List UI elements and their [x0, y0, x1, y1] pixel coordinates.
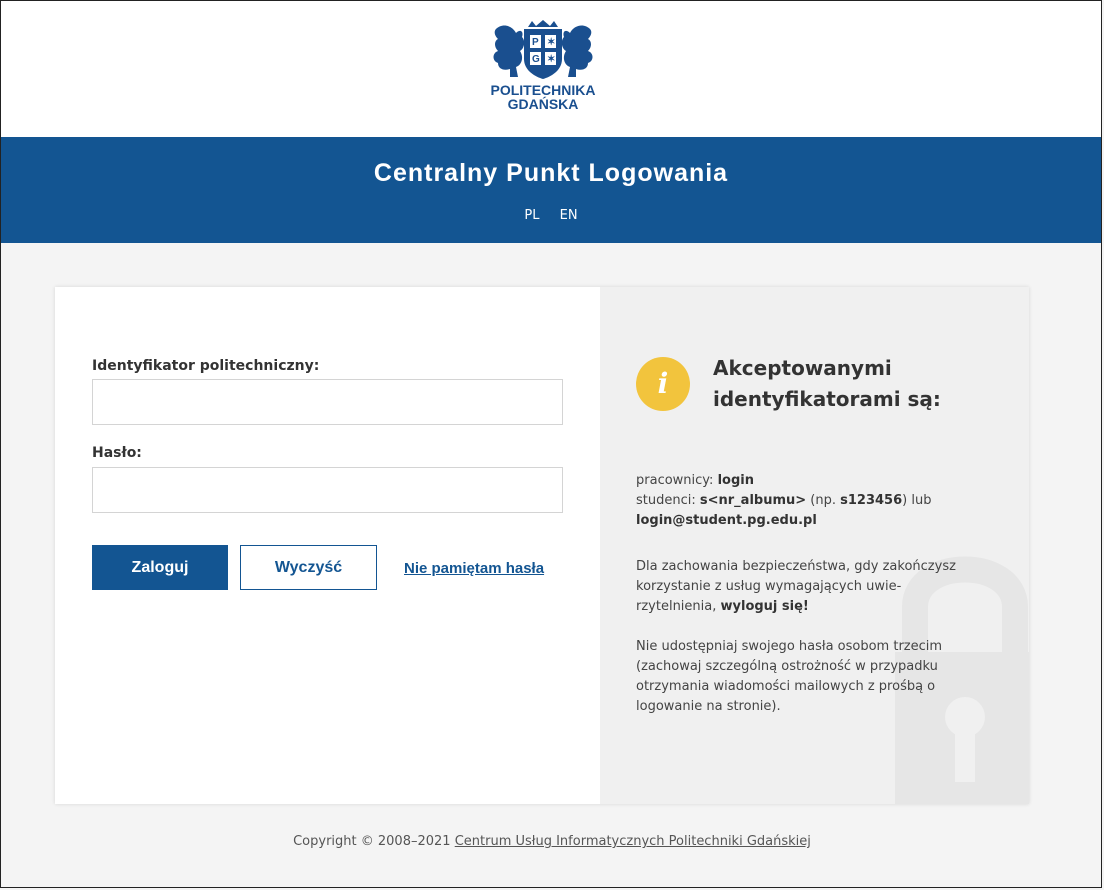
info-icon: i [636, 357, 690, 411]
login-card: Identyfikator politechniczny: Hasło: Zal… [55, 287, 1029, 804]
svg-text:G: G [532, 54, 540, 65]
security-note: Dla zachowania bezpieczeństwa, gdy zakoń… [636, 557, 976, 617]
students-example-prefix: (np. [806, 493, 841, 508]
clear-button[interactable]: Wyczyść [240, 545, 377, 590]
forgot-password-link[interactable]: Nie pamiętam hasła [404, 560, 544, 577]
login-button[interactable]: Zaloguj [92, 545, 228, 590]
lang-en-link[interactable]: EN [560, 208, 578, 223]
employees-prefix: pracownicy: [636, 473, 718, 488]
password-input[interactable] [92, 467, 563, 513]
svg-text:✶: ✶ [547, 54, 555, 65]
employees-value: login [717, 473, 754, 488]
copyright-text: Copyright © 2008–2021 [293, 834, 455, 849]
info-title: Akceptowanymi identyfikatorami są: [713, 356, 941, 411]
id-input[interactable] [92, 379, 563, 425]
info-panel: i Akceptowanymi identyfikatorami są: pra… [600, 287, 1029, 804]
crest-icon: P ✶ G ✶ [493, 20, 593, 79]
header: P ✶ G ✶ POLITECHNIKA GDAŃSKA [1, 1, 1101, 137]
password-label: Hasło: [92, 445, 142, 461]
footer-link[interactable]: Centrum Usług Informatycznych Politechni… [455, 834, 811, 849]
students-prefix: studenci: [636, 493, 700, 508]
logo-line-2: GDAŃSKA [507, 96, 579, 112]
footer: Copyright © 2008–2021 Centrum Usług Info… [0, 834, 1104, 849]
students-email-line: login@student.pg.edu.pl [636, 511, 996, 531]
identifier-list: pracownicy: login studenci: s<nr_albumu>… [636, 471, 996, 531]
title-banner: Centralny Punkt Logowania PL EN [1, 137, 1101, 243]
lang-pl-link[interactable]: PL [524, 208, 539, 223]
svg-text:P: P [532, 37, 539, 48]
students-email: login@student.pg.edu.pl [636, 513, 817, 528]
language-switcher: PL EN [1, 208, 1101, 223]
svg-text:✶: ✶ [547, 37, 555, 48]
university-logo[interactable]: P ✶ G ✶ POLITECHNIKA GDAŃSKA [481, 19, 605, 121]
logout-emphasis: wyloguj się! [720, 599, 809, 614]
students-value: s<nr_albumu> [699, 493, 807, 508]
page-title: Centralny Punkt Logowania [373, 159, 729, 187]
logo-line-1: POLITECHNIKA [490, 82, 596, 98]
login-form: Identyfikator politechniczny: Hasło: Zal… [55, 287, 600, 804]
employees-line: pracownicy: login [636, 471, 996, 491]
students-example: s123456 [840, 493, 903, 508]
id-label: Identyfikator politechniczny: [92, 358, 320, 374]
students-example-suffix: ) lub [902, 493, 932, 508]
password-warning: Nie udostępniaj swojego hasła osobom trz… [636, 639, 943, 714]
students-line: studenci: s<nr_albumu> (np. s123456) lub [636, 491, 996, 511]
